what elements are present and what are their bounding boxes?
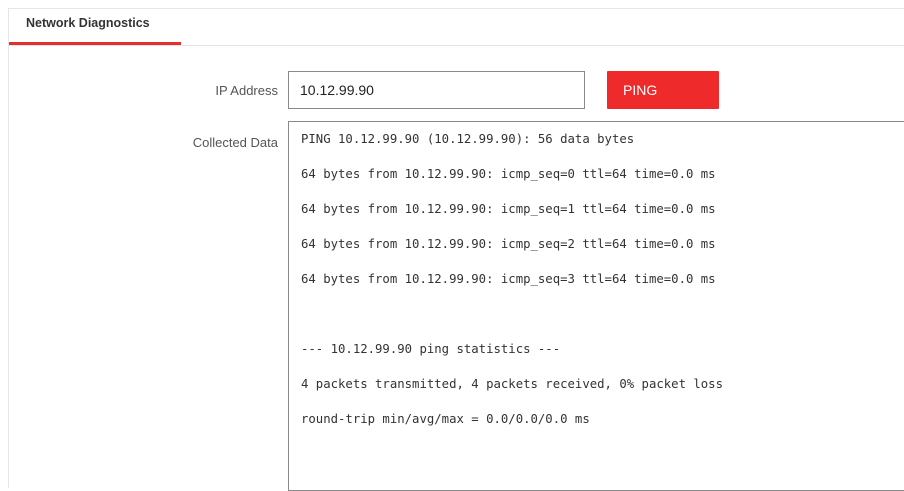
output-line: round-trip min/avg/max = 0.0/0.0/0.0 ms — [301, 412, 590, 426]
collected-data-output[interactable]: PING 10.12.99.90 (10.12.99.90): 56 data … — [288, 121, 904, 491]
ping-button[interactable]: PING — [607, 71, 719, 109]
ip-address-label: IP Address — [215, 83, 278, 98]
output-line: 64 bytes from 10.12.99.90: icmp_seq=3 tt… — [301, 272, 716, 286]
output-line: --- 10.12.99.90 ping statistics --- — [301, 342, 561, 356]
tab-network-diagnostics[interactable]: Network Diagnostics — [9, 9, 181, 45]
tab-bar: Network Diagnostics — [9, 9, 904, 46]
output-line: 64 bytes from 10.12.99.90: icmp_seq=1 tt… — [301, 202, 716, 216]
output-line: 4 packets transmitted, 4 packets receive… — [301, 377, 723, 391]
output-line: PING 10.12.99.90 (10.12.99.90): 56 data … — [301, 132, 635, 146]
collected-data-label: Collected Data — [192, 135, 278, 150]
output-line: 64 bytes from 10.12.99.90: icmp_seq=0 tt… — [301, 167, 716, 181]
output-line: 64 bytes from 10.12.99.90: icmp_seq=2 tt… — [301, 237, 716, 251]
tab-label: Network Diagnostics — [26, 16, 150, 30]
ip-address-input[interactable] — [288, 71, 585, 109]
